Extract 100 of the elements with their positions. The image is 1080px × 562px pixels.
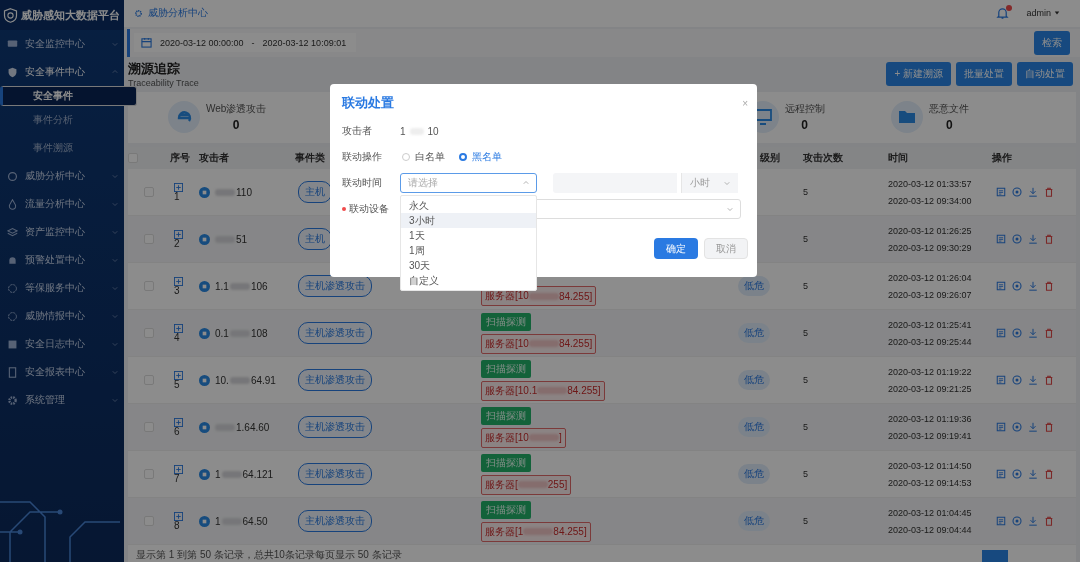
row-number: 3 xyxy=(174,285,180,296)
sidebar-subitem[interactable]: 事件溯源 xyxy=(0,134,124,162)
dropdown-option[interactable]: 1周 xyxy=(401,243,536,258)
action-button[interactable]: 批量处置 xyxy=(956,62,1012,87)
attack-count: 5 xyxy=(803,281,809,291)
first-time: 2020-03-12 01:33:57 xyxy=(888,178,973,189)
action-button[interactable]: + 新建溯源 xyxy=(886,62,951,87)
breadcrumb[interactable]: 威胁分析中心 xyxy=(148,6,208,21)
delete-icon[interactable] xyxy=(1044,328,1054,338)
level-tag: 低危 xyxy=(738,323,770,343)
shield-logo-icon xyxy=(3,7,18,23)
dropdown-option[interactable]: 1天 xyxy=(401,228,536,243)
dropdown-option[interactable]: 永久 xyxy=(401,198,536,213)
sidebar-item[interactable]: 流量分析中心 xyxy=(0,190,124,218)
expand-icon[interactable] xyxy=(174,276,183,286)
expand-icon[interactable] xyxy=(174,417,183,427)
expand-icon[interactable] xyxy=(174,182,183,192)
delete-icon[interactable] xyxy=(1044,234,1054,244)
delete-icon[interactable] xyxy=(1044,375,1054,385)
delete-icon[interactable] xyxy=(1044,422,1054,432)
attack-count: 5 xyxy=(803,469,809,479)
scan-tag: 扫描探测 xyxy=(481,359,531,378)
download-icon[interactable] xyxy=(1028,516,1038,526)
confirm-button[interactable]: 确定 xyxy=(654,238,698,259)
delete-icon[interactable] xyxy=(1044,469,1054,479)
app-title: 威胁感知大数据平台 xyxy=(21,7,120,23)
radio-option[interactable]: 黑名单 xyxy=(459,150,502,164)
date-range-field[interactable]: 2020-03-12 00:00:00 - 2020-03-12 10:09:01 xyxy=(134,33,357,53)
sidebar-subitem[interactable]: 事件分析 xyxy=(0,106,124,134)
download-icon[interactable] xyxy=(1028,234,1038,244)
gear-icon xyxy=(7,394,18,406)
user-menu[interactable]: admin xyxy=(1026,8,1060,19)
sidebar-subitem[interactable]: 安全事件 xyxy=(0,86,137,106)
server-tag: 服务器[1 84.255] xyxy=(481,521,591,542)
expand-icon[interactable] xyxy=(174,370,183,380)
sidebar-item[interactable]: 威胁分析中心 xyxy=(0,162,124,190)
sidebar-item[interactable]: 安全日志中心 xyxy=(0,330,124,358)
delete-icon[interactable] xyxy=(1044,516,1054,526)
sidebar-item[interactable]: 系统管理 xyxy=(0,386,124,414)
unit-select[interactable]: 小时 xyxy=(681,173,738,193)
download-icon[interactable] xyxy=(1028,187,1038,197)
stat-label: Web渗透攻击 xyxy=(206,102,267,117)
last-time: 2020-03-12 09:04:44 xyxy=(888,524,973,535)
column-header: 级别 xyxy=(760,151,780,165)
level-tag: 低危 xyxy=(738,276,770,296)
last-time: 2020-03-12 09:34:00 xyxy=(888,195,973,206)
first-time: 2020-03-12 01:25:41 xyxy=(888,319,973,330)
last-time: 2020-03-12 09:19:41 xyxy=(888,430,973,441)
sidebar-item[interactable]: 威胁情报中心 xyxy=(0,302,124,330)
expand-icon[interactable] xyxy=(174,511,183,521)
sidebar-item[interactable]: 安全监控中心 xyxy=(0,30,124,58)
level-tag: 低危 xyxy=(738,417,770,437)
expand-icon[interactable] xyxy=(174,229,183,239)
layers-icon xyxy=(7,226,18,238)
first-time: 2020-03-12 01:26:25 xyxy=(888,225,973,236)
expand-icon[interactable] xyxy=(174,464,183,474)
sidebar-item[interactable]: 安全报表中心 xyxy=(0,358,124,386)
event-type-tag: 主机渗透攻击 xyxy=(298,322,372,344)
attack-count: 5 xyxy=(803,328,809,338)
ip-fragment: 108 xyxy=(250,327,268,339)
level-tag: 低危 xyxy=(738,511,770,531)
download-icon[interactable] xyxy=(1028,469,1038,479)
radio-option[interactable]: 白名单 xyxy=(402,150,445,164)
stat-value: 0 xyxy=(231,118,241,133)
server-tag: 服务器[10 84.255] xyxy=(481,333,597,354)
caret-icon xyxy=(1054,10,1060,17)
sidebar-item[interactable]: 预警处置中心 xyxy=(0,246,124,274)
bell-icon[interactable] xyxy=(996,6,1010,20)
page-title: 溯源追踪 xyxy=(128,60,181,79)
sidebar-item[interactable]: 安全事件中心 xyxy=(0,58,124,86)
event-type-tag: 主机渗透攻击 xyxy=(298,416,372,438)
delete-icon[interactable] xyxy=(1044,187,1054,197)
gear-icon xyxy=(134,8,143,18)
row-number: 6 xyxy=(174,426,180,437)
close-button[interactable]: × xyxy=(742,97,748,109)
download-icon[interactable] xyxy=(1028,328,1038,338)
time-select[interactable]: 请选择 xyxy=(400,173,537,193)
sidebar-item[interactable]: 等保服务中心 xyxy=(0,274,124,302)
dropdown-option[interactable]: 30天 xyxy=(401,258,536,273)
folder-icon xyxy=(891,101,924,134)
globe-icon xyxy=(199,233,210,245)
cancel-button[interactable]: 取消 xyxy=(704,238,748,259)
ip-fragment: 1 xyxy=(400,125,406,137)
action-button[interactable]: 自动处置 xyxy=(1017,62,1073,87)
field-label: 攻击者 xyxy=(342,124,373,138)
dropdown-option[interactable]: 自定义 xyxy=(401,273,536,288)
last-time: 2020-03-12 09:14:53 xyxy=(888,477,973,488)
download-icon[interactable] xyxy=(1028,281,1038,291)
dropdown-option[interactable]: 3小时 xyxy=(401,213,536,228)
expand-icon[interactable] xyxy=(174,323,183,333)
search-button[interactable]: 检索 xyxy=(1034,30,1070,55)
field-label: 联动操作 xyxy=(342,150,383,164)
scan-tag: 扫描探测 xyxy=(481,453,531,472)
delete-icon[interactable] xyxy=(1044,281,1054,291)
sidebar-item[interactable]: 资产监控中心 xyxy=(0,218,124,246)
server-tag: 服务器[ 255] xyxy=(481,474,572,495)
download-icon[interactable] xyxy=(1028,375,1038,385)
download-icon[interactable] xyxy=(1028,422,1038,432)
ip-fragment: 64.91 xyxy=(250,374,276,386)
drop-icon xyxy=(7,198,18,210)
